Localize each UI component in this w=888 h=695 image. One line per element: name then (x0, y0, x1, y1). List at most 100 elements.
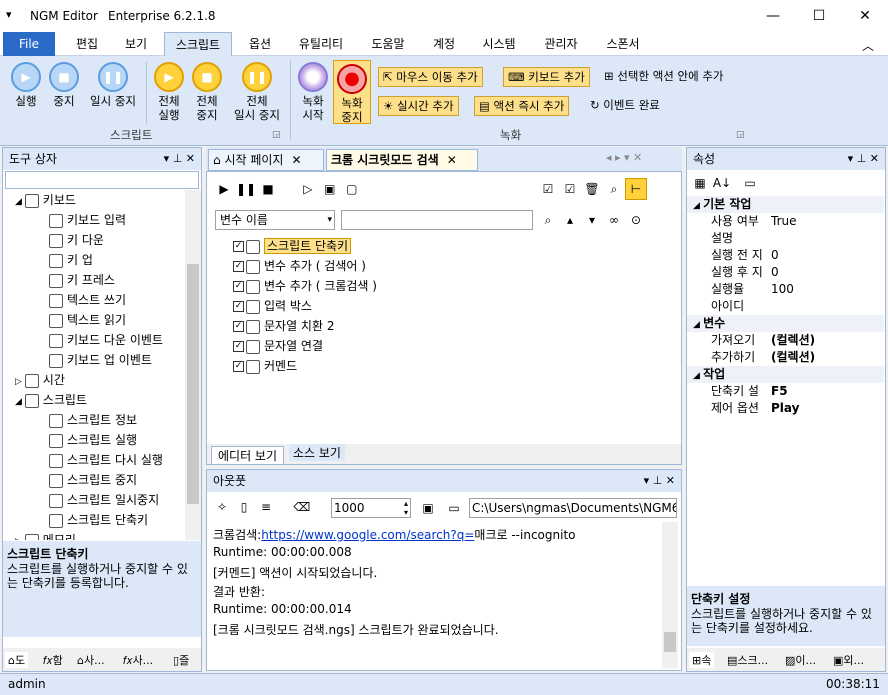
toolbox-item[interactable]: 스크립트 실행 (49, 430, 137, 450)
property-row[interactable]: 실행 후 지 0 (687, 264, 884, 281)
step-over-icon[interactable]: ▢ (341, 178, 363, 200)
check-icon[interactable]: ☑ (559, 178, 581, 200)
maximize-button[interactable]: ☐ (796, 0, 842, 32)
scroll-thumb[interactable] (664, 632, 676, 652)
toolbox-scrollbar[interactable] (185, 190, 201, 540)
property-value[interactable]: True (771, 213, 797, 230)
tab-options[interactable]: 옵션 (236, 32, 284, 56)
record-start-button[interactable]: 녹화 시작 (296, 62, 330, 122)
toolbox-search-input[interactable] (5, 171, 199, 189)
save-icon[interactable]: ▣ (417, 497, 439, 519)
collapse-icon[interactable]: ◢ (15, 397, 25, 407)
group-launcher-icon[interactable]: ◲ (272, 130, 281, 140)
add-mouse-move-button[interactable]: ⇱ 마우스 이동 추가 (378, 67, 483, 87)
action-item[interactable]: ✓ 스크립트 단축키 (233, 236, 352, 256)
output-path-field[interactable]: C:\Users\ngmas\Documents\NGM6\ (469, 498, 677, 518)
tab-utility[interactable]: 유틸리티 (288, 32, 354, 56)
property-category[interactable]: ◢ 기본 작업 (687, 196, 884, 213)
toolbox-item[interactable]: 키보드 다운 이벤트 (49, 330, 163, 350)
scroll-thumb[interactable] (187, 264, 199, 504)
property-row[interactable]: 아이디 (687, 298, 884, 315)
tab-start-page[interactable]: ⌂ 시작 페이지 ✕ (208, 149, 324, 171)
open-folder-icon[interactable]: ▭ (443, 497, 465, 519)
action-item[interactable]: ✓ 커멘드 (233, 356, 297, 376)
action-checkbox[interactable]: ✓ (233, 361, 244, 372)
toolbox-item[interactable]: ▷ 메모리 (15, 530, 76, 540)
delete-icon[interactable]: 🗑 (581, 178, 603, 200)
property-value[interactable]: F5 (771, 383, 788, 400)
tab-view[interactable]: 보기 (112, 32, 160, 56)
log-link[interactable]: https://www.google.com/search?q= (261, 528, 474, 542)
tab-favorites[interactable]: ▯즐 (173, 652, 189, 668)
down-icon[interactable]: ▾ (581, 209, 603, 231)
action-checkbox[interactable]: ✓ (233, 321, 244, 332)
tab-account[interactable]: 계정 (420, 32, 468, 56)
tab-image[interactable]: ▨이... (785, 652, 816, 668)
tab-functions[interactable]: 𝑓𝑥함 (43, 652, 63, 668)
play-outline-icon[interactable]: ▷ (297, 178, 319, 200)
eraser-icon[interactable]: ⌫ (291, 496, 313, 518)
property-value[interactable]: (컬렉션) (771, 332, 815, 349)
property-value[interactable]: Play (771, 400, 799, 417)
toolbox-item[interactable]: ▷ 시간 (15, 370, 65, 390)
toolbox-item[interactable]: 키보드 입력 (49, 210, 126, 230)
toolbox-item[interactable]: 스크립트 정보 (49, 410, 137, 430)
action-checkbox[interactable]: ✓ (233, 341, 244, 352)
action-item[interactable]: ✓ 문자열 치환 2 (233, 316, 334, 336)
property-row[interactable]: 추가하기 (컬렉션) (687, 349, 884, 366)
add-in-selected-action-button[interactable]: ⊞ 선택한 액션 안에 추가 (600, 67, 727, 87)
property-row[interactable]: 제어 옵션 Play (687, 400, 884, 417)
close-tab-icon[interactable]: ✕ (291, 153, 301, 167)
tab-dictionary[interactable]: ⌂사... (77, 652, 105, 668)
collapse-icon[interactable]: ◢ (15, 197, 25, 207)
toolbox-item[interactable]: 스크립트 다시 실행 (49, 450, 163, 470)
more-icon[interactable]: ⊙ (625, 209, 647, 231)
action-checkbox[interactable]: ✓ (233, 301, 244, 312)
pause-button[interactable]: ❚❚ 일시 중지 (84, 62, 142, 108)
tab-user-functions[interactable]: 𝑓𝑥사... (123, 652, 153, 668)
infinity-icon[interactable]: ∞ (603, 209, 625, 231)
tree-view-icon[interactable]: ⊢ (625, 178, 647, 200)
brush-icon[interactable]: ✧ (211, 496, 233, 518)
minimize-button[interactable]: — (750, 0, 796, 32)
group-launcher-icon[interactable]: ◲ (736, 130, 745, 140)
new-document-icon[interactable]: ▯ (233, 496, 255, 518)
tab-script[interactable]: 스크립트 (164, 32, 232, 56)
step-icon[interactable]: ▣ (319, 178, 341, 200)
tab-scroll-icons[interactable]: ◂ ▸ ▾ ✕ (606, 151, 642, 164)
property-value[interactable]: (컬렉션) (771, 349, 815, 366)
tab-external-api[interactable]: ▣외... (833, 652, 864, 668)
event-done-button[interactable]: ↻ 이벤트 완료 (586, 96, 664, 116)
tab-properties[interactable]: ⊞속 (689, 652, 715, 668)
toolbox-item[interactable]: 키 프레스 (49, 270, 115, 290)
collapse-icon[interactable]: ◢ (693, 371, 703, 381)
tab-editor-view[interactable]: 에디터 보기 (211, 446, 285, 465)
pause-all-button[interactable]: ❚❚ 전체 일시 중지 (228, 62, 286, 122)
menu-icon[interactable]: ≡ (255, 496, 277, 518)
search-icon[interactable]: ⌕ (603, 178, 625, 200)
line-count-stepper[interactable]: 1000 ▴ ▾ (331, 498, 411, 518)
property-row[interactable]: 가져오기 (컬렉션) (687, 332, 884, 349)
stop-all-button[interactable]: ■ 전체 중지 (188, 62, 226, 122)
property-row[interactable]: 설명 (687, 230, 884, 247)
categorized-icon[interactable]: ▦ (689, 172, 711, 194)
property-value[interactable]: 100 (771, 281, 794, 298)
run-icon[interactable]: ▶ (213, 178, 235, 200)
search-icon[interactable]: ⌕ (537, 209, 559, 231)
toolbox-item[interactable]: 스크립트 중지 (49, 470, 137, 490)
action-checkbox[interactable]: ✓ (233, 281, 244, 292)
property-row[interactable]: 사용 여부 True (687, 213, 884, 230)
toolbox-item[interactable]: 키 업 (49, 250, 93, 270)
add-keyboard-button[interactable]: ⌨ 키보드 추가 (503, 67, 590, 87)
toolbox-item[interactable]: 텍스트 쓰기 (49, 290, 126, 310)
tab-edit[interactable]: 편집 (62, 32, 112, 56)
stop-button[interactable]: ■ 중지 (46, 62, 82, 108)
tab-script-list[interactable]: ▤스크... (727, 652, 768, 668)
toolbox-item[interactable]: 스크립트 일시중지 (49, 490, 159, 510)
record-stop-button[interactable]: ● 녹화 중지 (333, 60, 371, 124)
run-all-button[interactable]: ▶ 전체 실행 (150, 62, 188, 122)
collapse-icon[interactable]: ◢ (693, 201, 703, 211)
output-scrollbar[interactable] (662, 522, 678, 668)
property-row[interactable]: 실행 전 지 0 (687, 247, 884, 264)
property-row[interactable]: 단축키 설 F5 (687, 383, 884, 400)
